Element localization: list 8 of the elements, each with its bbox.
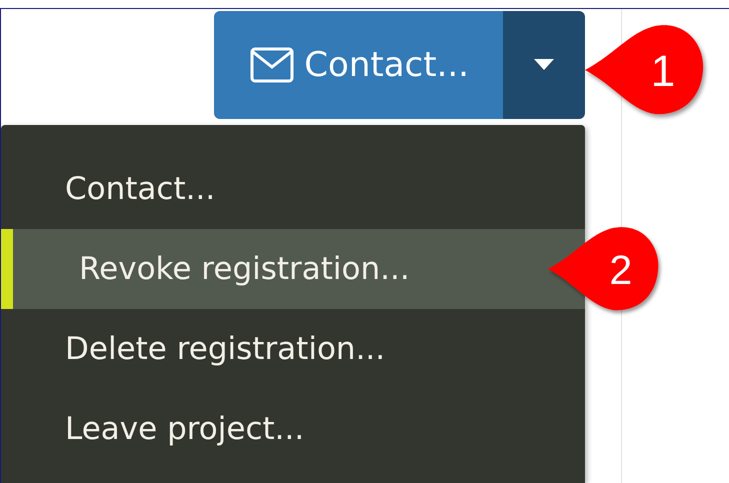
contact-button[interactable]: Contact... xyxy=(214,11,503,119)
callout-marker: 1 xyxy=(585,24,705,116)
envelope-icon xyxy=(250,47,294,83)
menu-item[interactable]: Revoke registration... xyxy=(1,229,585,309)
caret-icon xyxy=(534,59,554,71)
dropdown-toggle[interactable] xyxy=(503,11,585,119)
callout-marker: 2 xyxy=(548,225,660,313)
menu-item[interactable]: Leave project... xyxy=(1,389,585,469)
